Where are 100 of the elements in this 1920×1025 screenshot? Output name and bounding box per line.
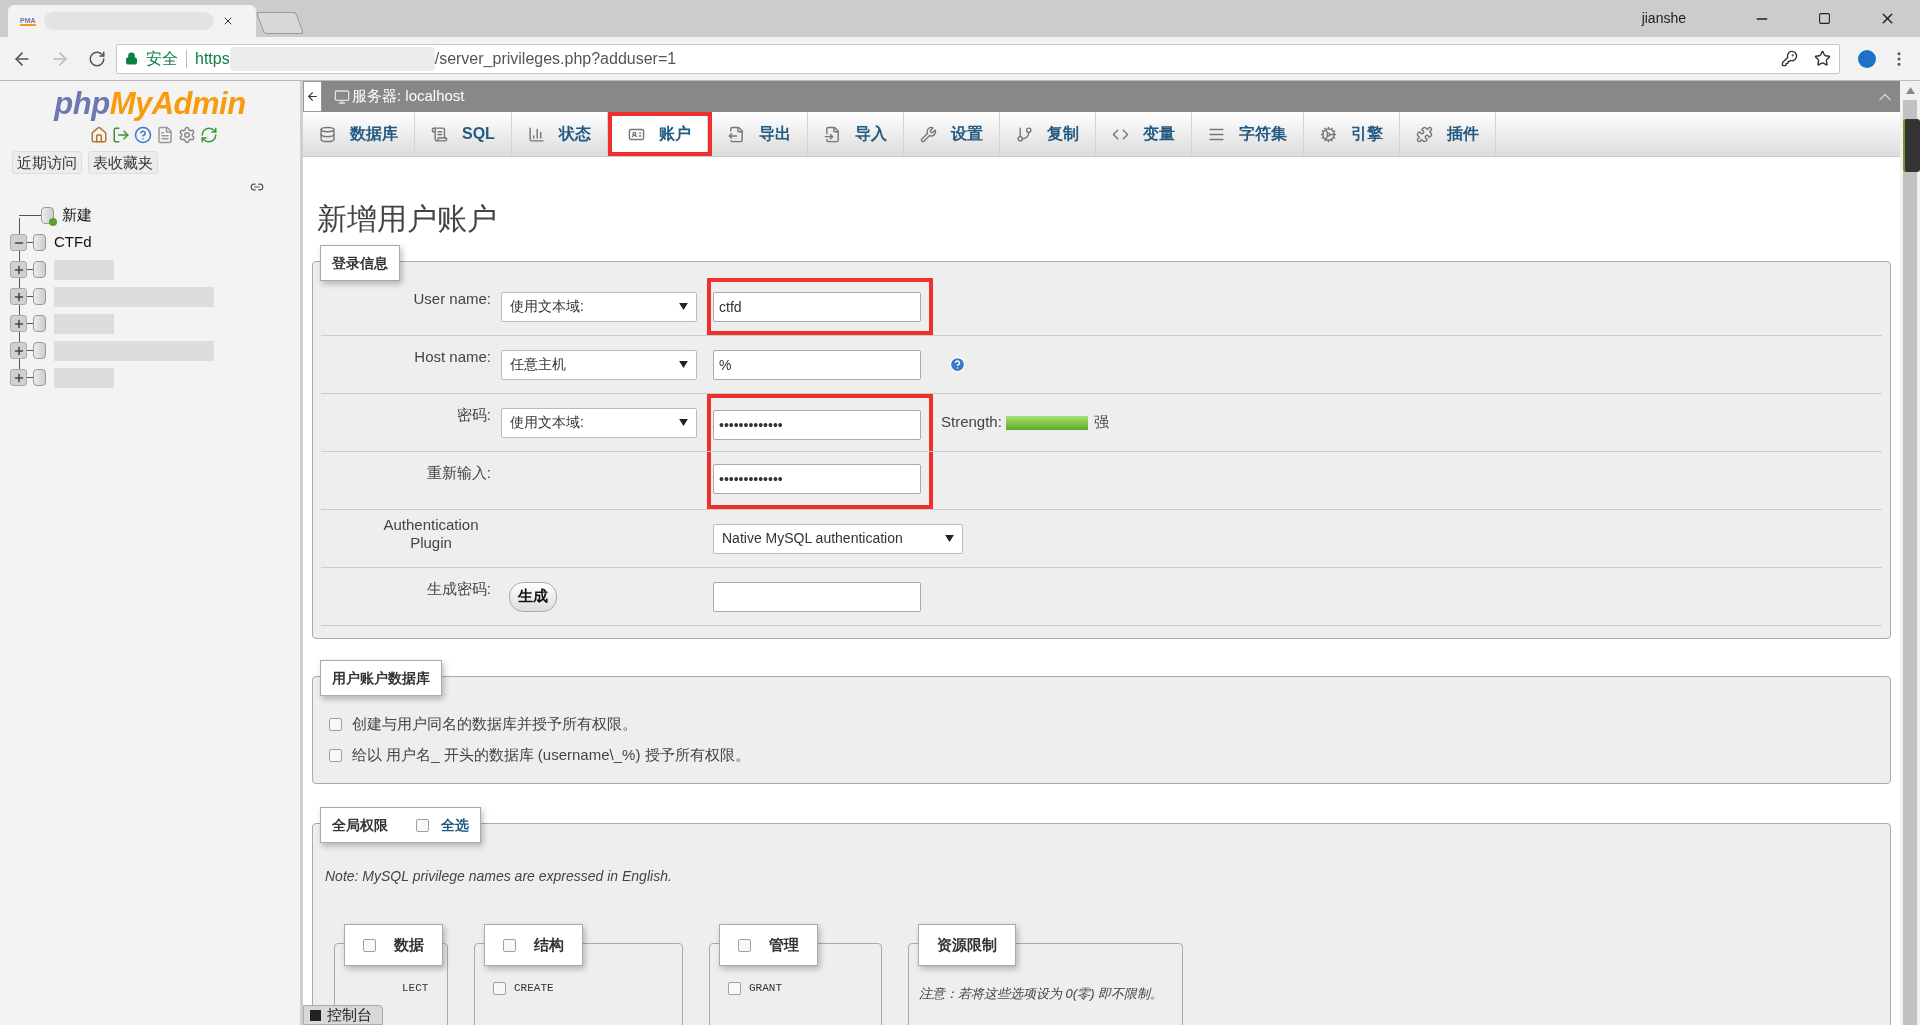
key-icon[interactable] xyxy=(1781,50,1798,67)
settings-icon[interactable] xyxy=(178,126,196,144)
tab-icon xyxy=(319,125,336,143)
page-title: 新增用户账户 xyxy=(317,201,498,237)
database-icon[interactable] xyxy=(33,261,46,278)
dropdown-arrow-icon xyxy=(679,419,688,426)
new-tab-button[interactable] xyxy=(256,12,304,34)
expand-icon[interactable] xyxy=(10,369,27,386)
help-icon[interactable] xyxy=(134,126,152,144)
field-label: 密码: xyxy=(456,405,491,425)
exit-icon[interactable] xyxy=(112,126,130,144)
collapse-sidebar-button[interactable] xyxy=(303,81,322,112)
side-widget[interactable] xyxy=(1903,119,1920,172)
text-field[interactable]: ••••••••••••• xyxy=(713,409,921,440)
tab-icon xyxy=(1415,125,1433,143)
field-label: Authentication Plugin xyxy=(382,516,480,553)
url-path: /server_privileges.php?adduser=1 xyxy=(434,48,677,69)
checkbox[interactable] xyxy=(728,981,741,995)
checkbox[interactable] xyxy=(738,938,751,952)
phpmyadmin-logo[interactable]: phpMyAdmin xyxy=(54,85,246,123)
tree-item[interactable]: CTFd xyxy=(54,231,92,254)
lock-icon xyxy=(125,52,138,65)
reload-icon[interactable] xyxy=(88,49,106,68)
nav-button[interactable]: 近期访问 xyxy=(12,151,82,174)
nav-tab[interactable]: 导入 xyxy=(807,112,904,156)
field-label: 生成密码: xyxy=(426,579,491,599)
nav-tab[interactable]: 变量 xyxy=(1095,112,1192,156)
text-field[interactable]: ctfd xyxy=(713,291,921,322)
strength-label: Strength: xyxy=(941,412,1002,433)
star-icon[interactable] xyxy=(1814,50,1831,67)
home-icon[interactable] xyxy=(90,126,108,144)
section-legend: 全局权限 xyxy=(332,814,388,836)
nav-tab[interactable]: 插件 xyxy=(1399,112,1496,156)
nav-tab[interactable]: 字符集 xyxy=(1191,112,1304,156)
new-database-icon[interactable] xyxy=(41,207,54,224)
dropdown[interactable]: 使用文本域: xyxy=(501,407,697,438)
checkbox[interactable] xyxy=(493,981,506,995)
database-icon[interactable] xyxy=(33,315,46,332)
back-arrow-icon xyxy=(306,90,319,103)
nav-tab[interactable]: 复制 xyxy=(999,112,1096,156)
dropdown-arrow-icon xyxy=(679,303,688,310)
field-label: User name: xyxy=(413,289,491,309)
generate-button[interactable]: 生成 xyxy=(509,581,557,612)
dropdown[interactable]: Native MySQL authentication xyxy=(713,523,963,554)
refresh-icon[interactable] xyxy=(200,126,218,144)
database-icon[interactable] xyxy=(33,369,46,386)
tab-icon xyxy=(1319,125,1337,143)
nav-button[interactable]: 表收藏夹 xyxy=(88,151,158,174)
database-icon[interactable] xyxy=(33,342,46,359)
nav-tab[interactable]: 导出 xyxy=(711,112,808,156)
text-field[interactable]: % xyxy=(713,349,921,380)
link-icon[interactable] xyxy=(248,180,266,194)
dropdown[interactable]: 任意主机 xyxy=(501,349,697,380)
console-icon xyxy=(310,1009,321,1021)
nav-tab[interactable]: 状态 xyxy=(511,112,608,156)
text-field[interactable] xyxy=(713,581,921,612)
console-button[interactable]: 控制台 xyxy=(303,1005,383,1025)
tree-item[interactable]: 新建 xyxy=(62,204,92,227)
document-icon[interactable] xyxy=(156,126,174,144)
checkbox[interactable] xyxy=(363,938,376,952)
nav-tab[interactable]: 引擎 xyxy=(1303,112,1400,156)
expand-icon[interactable] xyxy=(10,342,27,359)
expand-icon[interactable] xyxy=(10,288,27,305)
checkbox[interactable] xyxy=(329,749,342,762)
limits-note: 注意：若将这些选项设为 0(零) 即不限制。 xyxy=(918,985,1165,1003)
expand-icon[interactable] xyxy=(10,315,27,332)
dropdown-arrow-icon xyxy=(679,361,688,368)
field-label: Host name: xyxy=(414,347,491,367)
section-legend: 登录信息 xyxy=(332,252,388,274)
address-bar[interactable]: 安全 https /server_privileges.php?adduser=1 xyxy=(116,43,1840,74)
tab-icon xyxy=(527,125,545,143)
tab-icon xyxy=(823,125,841,143)
tab-icon xyxy=(431,125,448,143)
user-name: jianshe xyxy=(1641,9,1686,28)
security-label: 安全 xyxy=(146,48,178,69)
checkbox[interactable] xyxy=(503,938,516,952)
server-title: 服务器: localhost xyxy=(352,86,465,107)
profile-avatar[interactable] xyxy=(1858,49,1876,68)
tab-icon xyxy=(1015,125,1033,143)
field-label: 重新输入: xyxy=(426,463,491,483)
text-field[interactable]: ••••••••••••• xyxy=(713,463,921,494)
nav-tab[interactable]: 数据库 xyxy=(303,112,415,156)
checkbox[interactable] xyxy=(329,718,342,731)
nav-tab[interactable]: 设置 xyxy=(903,112,1000,156)
nav-tab[interactable]: 账户 xyxy=(611,116,708,152)
database-icon[interactable] xyxy=(33,288,46,305)
nav-tab[interactable]: SQL xyxy=(415,112,512,156)
server-icon xyxy=(334,88,350,105)
tab-icon xyxy=(919,125,937,143)
select-all-link[interactable]: 全选 xyxy=(441,814,469,836)
database-icon[interactable] xyxy=(33,234,46,251)
expand-icon[interactable] xyxy=(10,261,27,278)
scroll-up-icon[interactable] xyxy=(1905,87,1915,94)
scrollbar[interactable] xyxy=(1900,81,1920,1025)
dropdown[interactable]: 使用文本域: xyxy=(501,291,697,322)
dropdown-arrow-icon xyxy=(945,535,954,542)
checkbox[interactable] xyxy=(416,818,429,832)
privilege-label: CREATE xyxy=(514,981,554,996)
maximize-icon[interactable] xyxy=(1818,12,1831,25)
collapse-icon[interactable] xyxy=(10,234,27,251)
